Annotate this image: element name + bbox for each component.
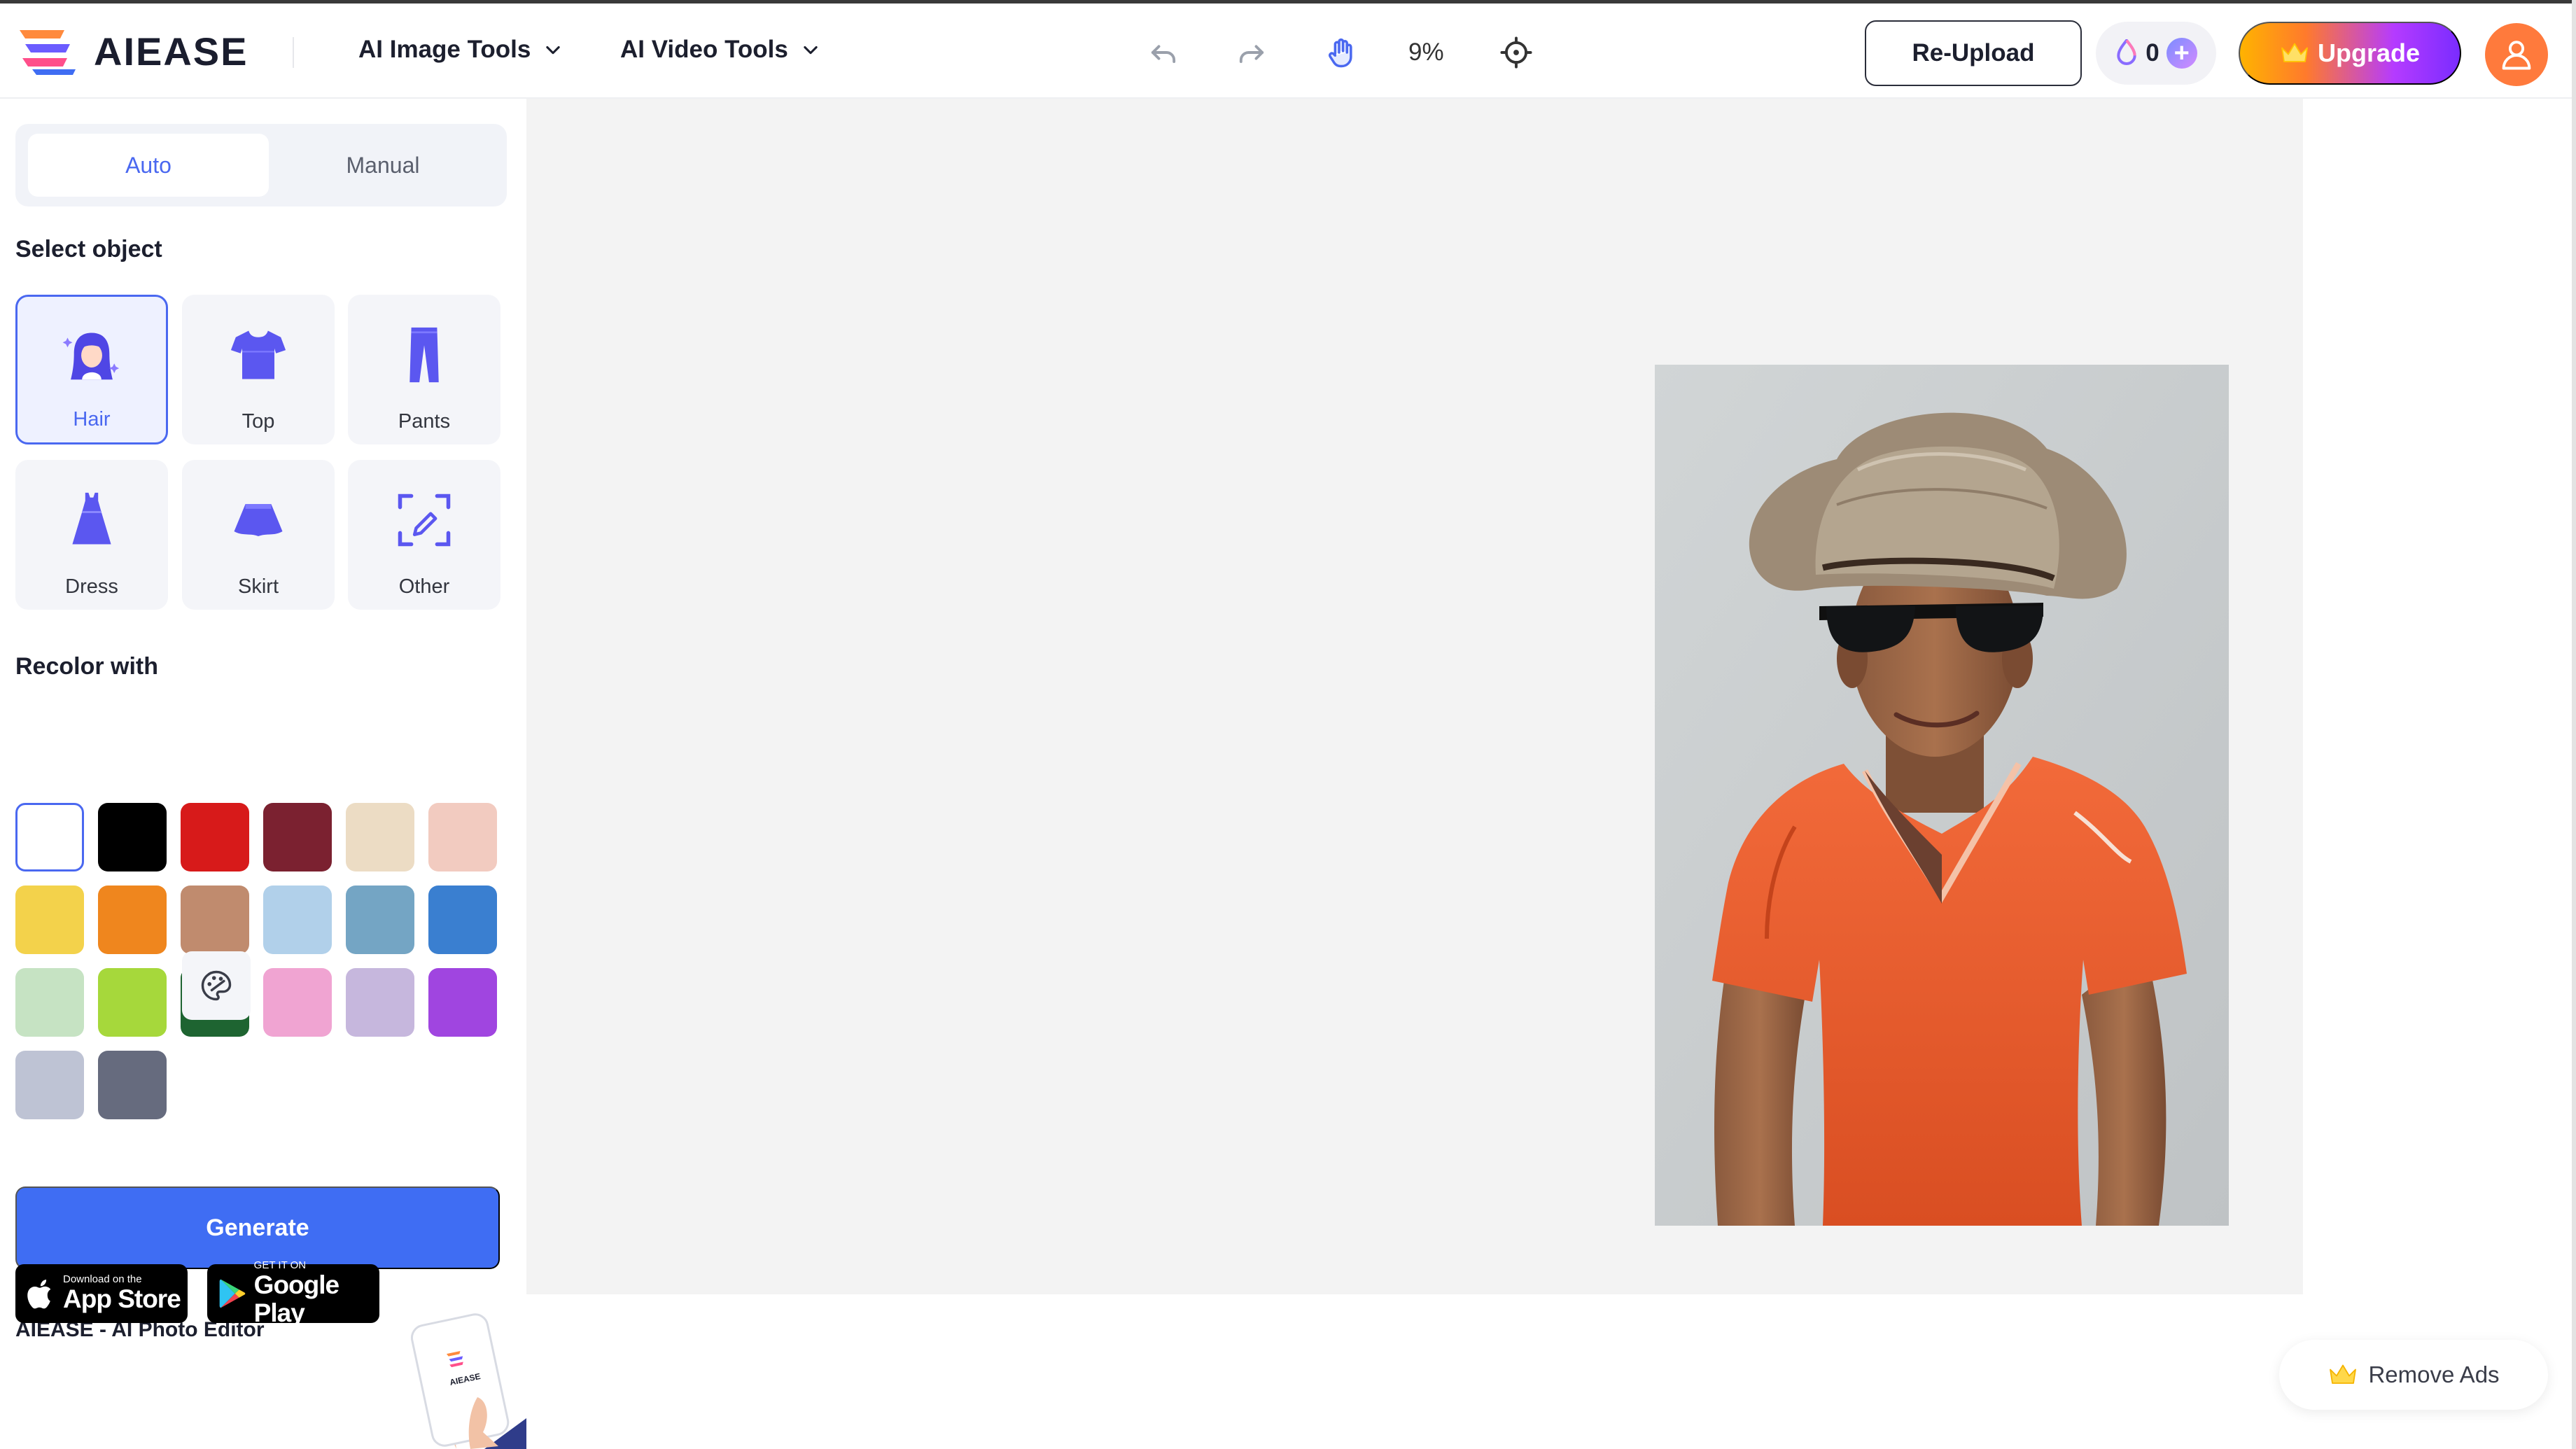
color-swatch[interactable]: [263, 886, 332, 954]
credits-count: 0: [2146, 39, 2160, 66]
tab-auto[interactable]: Auto: [28, 134, 269, 197]
remove-ads-label: Remove Ads: [2368, 1362, 2500, 1387]
google-play-badge[interactable]: GET IT ON Google Play: [207, 1260, 379, 1327]
uploaded-photo[interactable]: [1655, 365, 2229, 1226]
color-swatch[interactable]: [346, 886, 414, 954]
edit-select-icon: [398, 493, 451, 547]
object-label: Other: [398, 575, 450, 598]
color-swatch[interactable]: [428, 968, 497, 1037]
crown-icon: [2281, 43, 2308, 62]
upgrade-label: Upgrade: [2317, 38, 2421, 67]
editor-canvas[interactable]: [526, 99, 2303, 1294]
brand-name: AIEASE: [94, 29, 248, 74]
object-card-other[interactable]: Other: [348, 460, 500, 610]
menu-ai-video-tools[interactable]: AI Video Tools: [620, 36, 820, 64]
credits-badge[interactable]: 0 +: [2096, 22, 2216, 85]
redo-icon[interactable]: [1233, 34, 1270, 71]
badge-store-name: Google Play: [253, 1270, 340, 1327]
color-swatch[interactable]: [263, 968, 332, 1037]
photo-man-in-orange-shirt: [1655, 365, 2229, 1226]
object-card-hair[interactable]: Hair: [15, 295, 168, 444]
color-swatch[interactable]: [15, 1051, 84, 1119]
color-swatch[interactable]: [346, 803, 414, 872]
pants-icon: [410, 327, 439, 383]
color-swatch[interactable]: [98, 886, 167, 954]
color-swatch[interactable]: [263, 803, 332, 872]
color-swatch[interactable]: [98, 803, 167, 872]
credit-gem-icon: [2117, 39, 2136, 65]
header-divider: [293, 37, 294, 68]
re-upload-button[interactable]: Re-Upload: [1865, 20, 2082, 86]
add-credits-icon[interactable]: +: [2166, 38, 2197, 69]
object-label: Pants: [398, 410, 451, 433]
crown-icon: [2330, 1364, 2357, 1384]
custom-color-button[interactable]: [182, 951, 251, 1020]
dress-icon: [72, 492, 111, 545]
shirt-icon: [230, 330, 286, 379]
upgrade-button[interactable]: Upgrade: [2239, 22, 2461, 85]
palette-icon: [201, 970, 232, 1001]
mode-toggle: Auto Manual: [15, 124, 507, 206]
zoom-level[interactable]: 9%: [1408, 38, 1444, 66]
object-card-pants[interactable]: Pants: [348, 295, 500, 444]
crosshair-icon[interactable]: [1498, 34, 1534, 71]
menu-ai-image-tools[interactable]: AI Image Tools: [358, 36, 563, 64]
generate-button[interactable]: Generate: [15, 1186, 500, 1269]
hair-icon: [62, 332, 120, 380]
select-object-heading: Select object: [15, 236, 162, 262]
color-swatch[interactable]: [181, 886, 249, 954]
chevron-down-icon: [546, 46, 561, 55]
menu-label: AI Video Tools: [620, 36, 788, 63]
google-play-icon: [219, 1279, 246, 1308]
undo-icon[interactable]: [1145, 34, 1182, 71]
user-avatar[interactable]: [2485, 23, 2548, 86]
badge-caption: GET IT ON: [253, 1259, 307, 1271]
object-card-dress[interactable]: Dress: [15, 460, 168, 610]
object-label: Dress: [65, 575, 118, 598]
left-panel: Auto Manual Select object Hair Top Pants: [0, 99, 526, 1449]
user-icon: [2502, 41, 2531, 70]
recolor-heading: Recolor with: [15, 653, 159, 680]
apple-icon: [27, 1280, 51, 1309]
remove-ads-button[interactable]: Remove Ads: [2279, 1340, 2548, 1410]
hand-icon[interactable]: [1323, 34, 1359, 71]
object-card-top[interactable]: Top: [182, 295, 335, 444]
object-label: Hair: [73, 408, 111, 430]
color-swatch[interactable]: [428, 886, 497, 954]
color-swatch[interactable]: [428, 803, 497, 872]
brand-logo[interactable]: AIEASE: [15, 23, 248, 79]
skirt-icon: [234, 504, 283, 536]
tab-manual[interactable]: Manual: [269, 134, 497, 197]
badge-store-name: App Store: [63, 1284, 181, 1313]
phone-in-hand-illustration: AIEASE: [410, 1313, 526, 1449]
color-swatch[interactable]: [15, 968, 84, 1037]
app-store-badge[interactable]: Download on the App Store: [15, 1264, 188, 1323]
color-swatch[interactable]: [98, 968, 167, 1037]
color-swatch[interactable]: [98, 1051, 167, 1119]
object-card-skirt[interactable]: Skirt: [182, 460, 335, 610]
color-swatch[interactable]: [15, 803, 84, 872]
color-swatch[interactable]: [181, 803, 249, 872]
aiease-logo-icon: [20, 30, 76, 75]
color-swatch[interactable]: [15, 886, 84, 954]
color-swatch[interactable]: [346, 968, 414, 1037]
menu-label: AI Image Tools: [358, 36, 531, 63]
chevron-down-icon: [804, 46, 818, 55]
top-navbar: AIEASE AI Image Tools AI Video Tools 9% …: [0, 4, 2572, 99]
object-label: Top: [241, 410, 275, 433]
badge-caption: Download on the: [63, 1273, 142, 1285]
window-scrollbar-track[interactable]: [2572, 0, 2576, 1449]
object-label: Skirt: [238, 575, 279, 598]
